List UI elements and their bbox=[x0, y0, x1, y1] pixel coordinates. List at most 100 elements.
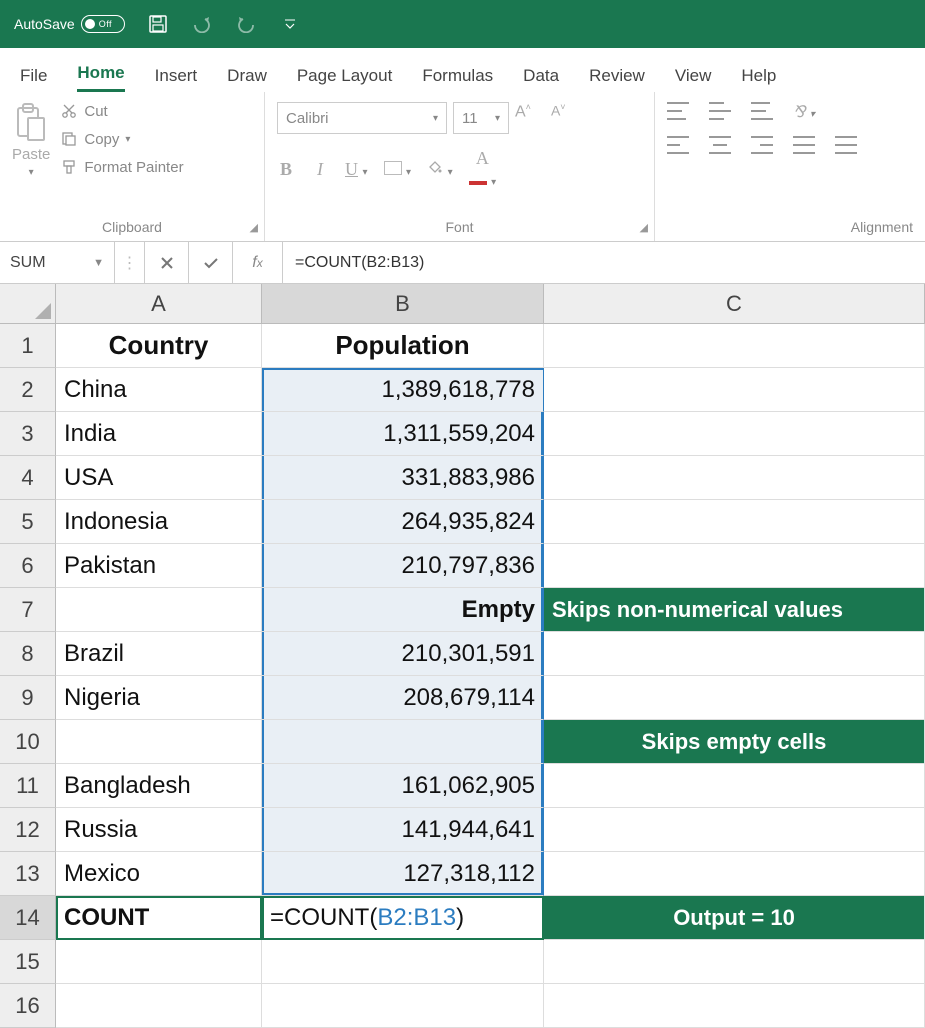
row-header[interactable]: 13 bbox=[0, 852, 56, 896]
row-header[interactable]: 10 bbox=[0, 720, 56, 764]
cell-b13[interactable]: 127,318,112 bbox=[262, 852, 544, 896]
cell-a15[interactable] bbox=[56, 940, 262, 984]
row-header[interactable]: 7 bbox=[0, 588, 56, 632]
qat-customize-icon[interactable] bbox=[279, 13, 301, 35]
cell-b6[interactable]: 210,797,836 bbox=[262, 544, 544, 588]
align-center-button[interactable] bbox=[709, 136, 731, 154]
cell-c9[interactable] bbox=[544, 676, 925, 720]
tab-view[interactable]: View bbox=[675, 66, 712, 92]
column-header-a[interactable]: A bbox=[56, 284, 262, 324]
cell-c5[interactable] bbox=[544, 500, 925, 544]
row-header[interactable]: 9 bbox=[0, 676, 56, 720]
cell-a4[interactable]: USA bbox=[56, 456, 262, 500]
row-header[interactable]: 14 bbox=[0, 896, 56, 940]
cell-a14[interactable]: COUNT bbox=[56, 896, 262, 940]
bold-button[interactable]: B bbox=[277, 159, 295, 180]
align-bottom-button[interactable] bbox=[751, 102, 773, 120]
cell-a5[interactable]: Indonesia bbox=[56, 500, 262, 544]
cell-b5[interactable]: 264,935,824 bbox=[262, 500, 544, 544]
row-header[interactable]: 16 bbox=[0, 984, 56, 1028]
cell-b9[interactable]: 208,679,114 bbox=[262, 676, 544, 720]
row-header[interactable]: 8 bbox=[0, 632, 56, 676]
cell-a6[interactable]: Pakistan bbox=[56, 544, 262, 588]
cell-c14[interactable]: Output = 10 bbox=[544, 896, 925, 940]
cancel-formula-button[interactable] bbox=[145, 242, 189, 283]
cell-b14-editing[interactable]: =COUNT(B2:B13) bbox=[262, 896, 544, 940]
copy-button[interactable]: Copy ▾ bbox=[60, 130, 183, 148]
fx-button[interactable]: fx bbox=[233, 242, 283, 283]
cell-c15[interactable] bbox=[544, 940, 925, 984]
cell-a2[interactable]: China bbox=[56, 368, 262, 412]
cell-a3[interactable]: India bbox=[56, 412, 262, 456]
cell-a12[interactable]: Russia bbox=[56, 808, 262, 852]
tab-file[interactable]: File bbox=[20, 66, 47, 92]
select-all-button[interactable] bbox=[0, 284, 56, 324]
cell-a10[interactable] bbox=[56, 720, 262, 764]
cell-a7[interactable] bbox=[56, 588, 262, 632]
tab-page-layout[interactable]: Page Layout bbox=[297, 66, 392, 92]
decrease-indent-button[interactable] bbox=[793, 136, 815, 154]
cell-b4[interactable]: 331,883,986 bbox=[262, 456, 544, 500]
column-header-b[interactable]: B bbox=[262, 284, 544, 324]
row-header[interactable]: 5 bbox=[0, 500, 56, 544]
cut-button[interactable]: Cut bbox=[60, 102, 183, 120]
underline-button[interactable]: U ▾ bbox=[345, 159, 368, 180]
border-button[interactable]: ▾ bbox=[384, 159, 412, 180]
cell-c11[interactable] bbox=[544, 764, 925, 808]
align-right-button[interactable] bbox=[751, 136, 773, 154]
increase-indent-button[interactable] bbox=[835, 136, 857, 154]
orientation-button[interactable]: ⅋ ▾ bbox=[793, 102, 815, 122]
cell-b15[interactable] bbox=[262, 940, 544, 984]
tab-insert[interactable]: Insert bbox=[155, 66, 198, 92]
cell-b7[interactable]: Empty bbox=[262, 588, 544, 632]
cell-b11[interactable]: 161,062,905 bbox=[262, 764, 544, 808]
undo-icon[interactable] bbox=[191, 13, 213, 35]
tab-formulas[interactable]: Formulas bbox=[422, 66, 493, 92]
row-header[interactable]: 11 bbox=[0, 764, 56, 808]
sheet-grid[interactable]: A B C 1 Country Population 2 China 1,389… bbox=[0, 284, 925, 1028]
font-name-select[interactable]: Calibri ▾ bbox=[277, 102, 447, 134]
cell-c7[interactable]: Skips non-numerical values bbox=[544, 588, 925, 632]
tab-help[interactable]: Help bbox=[741, 66, 776, 92]
cell-c6[interactable] bbox=[544, 544, 925, 588]
cell-c2[interactable] bbox=[544, 368, 925, 412]
decrease-font-button[interactable]: A˅ bbox=[551, 102, 566, 134]
tab-review[interactable]: Review bbox=[589, 66, 645, 92]
row-header[interactable]: 6 bbox=[0, 544, 56, 588]
redo-icon[interactable] bbox=[235, 13, 257, 35]
cell-a11[interactable]: Bangladesh bbox=[56, 764, 262, 808]
align-middle-button[interactable] bbox=[709, 102, 731, 120]
row-header[interactable]: 12 bbox=[0, 808, 56, 852]
autosave-switch[interactable]: Off bbox=[81, 15, 125, 33]
cell-a9[interactable]: Nigeria bbox=[56, 676, 262, 720]
cell-b10[interactable] bbox=[262, 720, 544, 764]
cell-c10[interactable]: Skips empty cells bbox=[544, 720, 925, 764]
italic-button[interactable]: I bbox=[311, 159, 329, 180]
cell-b3[interactable]: 1,311,559,204 bbox=[262, 412, 544, 456]
cell-c1[interactable] bbox=[544, 324, 925, 368]
cell-b16[interactable] bbox=[262, 984, 544, 1028]
increase-font-button[interactable]: A˄ bbox=[515, 102, 531, 134]
cell-c8[interactable] bbox=[544, 632, 925, 676]
cell-b12[interactable]: 141,944,641 bbox=[262, 808, 544, 852]
enter-formula-button[interactable] bbox=[189, 242, 233, 283]
row-header[interactable]: 4 bbox=[0, 456, 56, 500]
row-header[interactable]: 1 bbox=[0, 324, 56, 368]
tab-home[interactable]: Home bbox=[77, 63, 124, 92]
font-launcher-icon[interactable]: ◢ bbox=[634, 221, 648, 235]
paste-button[interactable]: Paste ▾ bbox=[12, 102, 50, 178]
fill-color-button[interactable]: ▾ bbox=[427, 159, 453, 180]
cell-a1[interactable]: Country bbox=[56, 324, 262, 368]
save-icon[interactable] bbox=[147, 13, 169, 35]
tab-data[interactable]: Data bbox=[523, 66, 559, 92]
cell-b1[interactable]: Population bbox=[262, 324, 544, 368]
cell-b8[interactable]: 210,301,591 bbox=[262, 632, 544, 676]
name-box[interactable]: SUM ▼ bbox=[0, 242, 115, 283]
row-header[interactable]: 2 bbox=[0, 368, 56, 412]
font-color-button[interactable]: A ▾ bbox=[469, 148, 497, 190]
cell-c13[interactable] bbox=[544, 852, 925, 896]
cell-c3[interactable] bbox=[544, 412, 925, 456]
cell-b2[interactable]: 1,389,618,778 bbox=[262, 368, 544, 412]
row-header[interactable]: 3 bbox=[0, 412, 56, 456]
format-painter-button[interactable]: Format Painter bbox=[60, 158, 183, 176]
